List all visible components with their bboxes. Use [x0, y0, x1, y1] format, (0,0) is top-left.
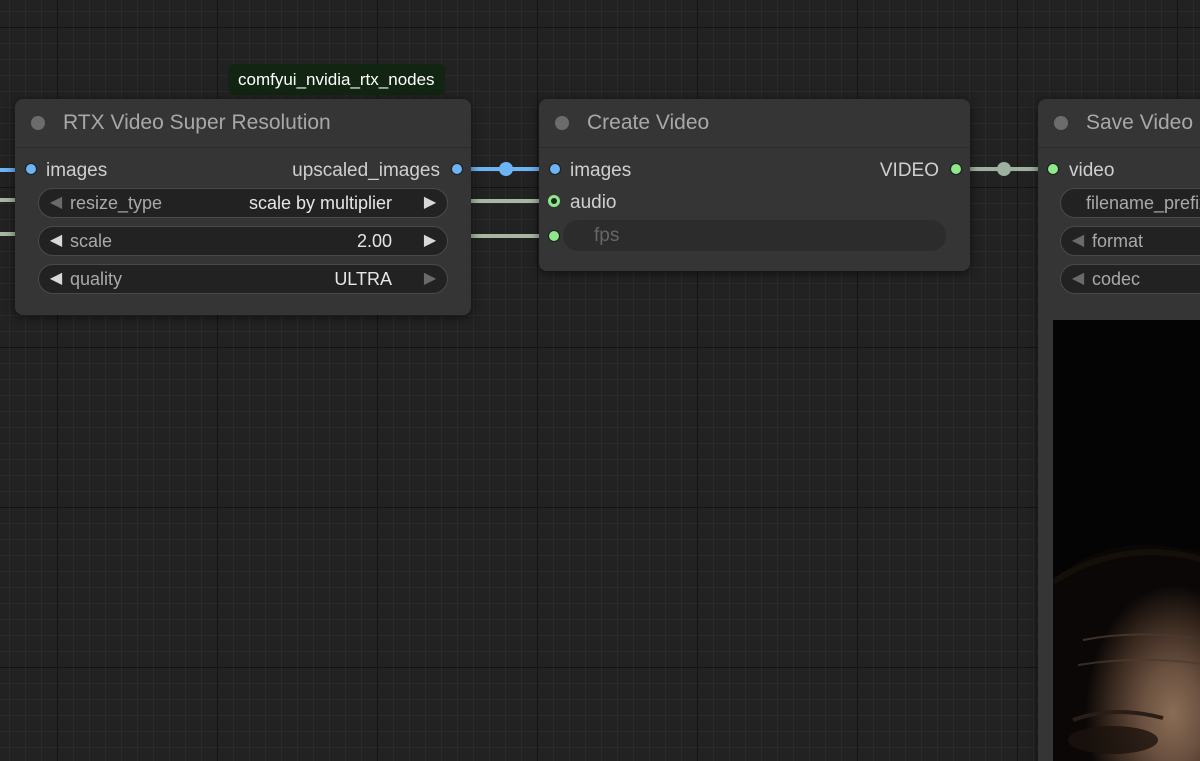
node-title: RTX Video Super Resolution: [63, 111, 331, 134]
output-label-upscaled-images: upscaled_images: [292, 160, 440, 181]
decrement-arrow-icon[interactable]: ◀: [45, 265, 67, 293]
decrement-arrow-icon[interactable]: ◀: [1067, 265, 1089, 293]
input-slot-images-dot[interactable]: [25, 163, 37, 175]
widget-value[interactable]: scale by multiplier: [249, 189, 392, 217]
input-slot-audio-dot[interactable]: [548, 195, 560, 207]
input-slot-images-dot[interactable]: [549, 163, 561, 175]
input-slot-video-dot[interactable]: [1047, 163, 1059, 175]
widget-scale[interactable]: ◀ scale 2.00 ▶: [38, 226, 448, 256]
link-midpoint-video[interactable]: [997, 162, 1011, 176]
input-label-images: images: [46, 160, 108, 181]
widget-name: scale: [70, 231, 113, 251]
fps-placeholder: fps: [594, 225, 620, 246]
node-rtx-video-super-resolution[interactable]: RTX Video Super Resolution images upscal…: [15, 99, 471, 315]
fps-input-widget[interactable]: fps: [563, 220, 946, 251]
widget-value[interactable]: 2.00: [357, 227, 392, 255]
widget-value[interactable]: ULTRA: [334, 265, 392, 293]
widget-codec[interactable]: ◀ codec: [1060, 264, 1200, 294]
node-title: Create Video: [587, 111, 710, 134]
input-label-images: images: [570, 160, 632, 181]
widget-name: resize_type: [70, 193, 163, 213]
input-label-audio: audio: [570, 192, 617, 213]
output-slot-upscaled-images-dot[interactable]: [451, 163, 463, 175]
decrement-arrow-icon[interactable]: ◀: [1067, 227, 1089, 255]
widget-name: quality: [70, 269, 123, 289]
input-slot-fps-dot[interactable]: [548, 230, 560, 242]
decrement-arrow-icon[interactable]: ◀: [45, 227, 67, 255]
widget-resize-type[interactable]: ◀ resize_type scale by multiplier ▶: [38, 188, 448, 218]
node-graph-canvas[interactable]: comfyui_nvidia_rtx_nodes RTX Video Super…: [0, 0, 1200, 761]
collapse-dot-icon[interactable]: [555, 116, 569, 130]
widget-format[interactable]: ◀ format: [1060, 226, 1200, 256]
link-midpoint-images[interactable]: [499, 162, 513, 176]
increment-arrow-icon[interactable]: ▶: [419, 189, 441, 217]
node-title-bar[interactable]: RTX Video Super Resolution: [15, 99, 471, 148]
widget-name: format: [1092, 231, 1144, 251]
increment-arrow-icon[interactable]: ▶: [419, 227, 441, 255]
increment-arrow-icon[interactable]: ▶: [419, 265, 441, 293]
node-title-bar[interactable]: Save Video: [1038, 99, 1200, 148]
node-create-video[interactable]: Create Video images audio VIDEO fps: [539, 99, 970, 271]
output-slot-video-dot[interactable]: [950, 163, 962, 175]
collapse-dot-icon[interactable]: [1054, 116, 1068, 130]
node-title-bar[interactable]: Create Video: [539, 99, 970, 148]
widget-name[interactable]: filename_prefix: [1086, 189, 1200, 217]
node-title: Save Video: [1086, 111, 1194, 134]
input-label-video: video: [1069, 160, 1115, 181]
video-preview-frame: [1053, 320, 1200, 761]
decrement-arrow-icon[interactable]: ◀: [45, 189, 67, 217]
node-source-badge: comfyui_nvidia_rtx_nodes: [228, 64, 445, 95]
collapse-dot-icon[interactable]: [31, 116, 45, 130]
video-preview-image: [1053, 320, 1200, 761]
output-label-video: VIDEO: [879, 160, 939, 181]
widget-name: codec: [1092, 269, 1141, 289]
widget-filename-prefix[interactable]: filename_prefix: [1060, 188, 1200, 218]
widget-quality[interactable]: ◀ quality ULTRA ▶: [38, 264, 448, 294]
